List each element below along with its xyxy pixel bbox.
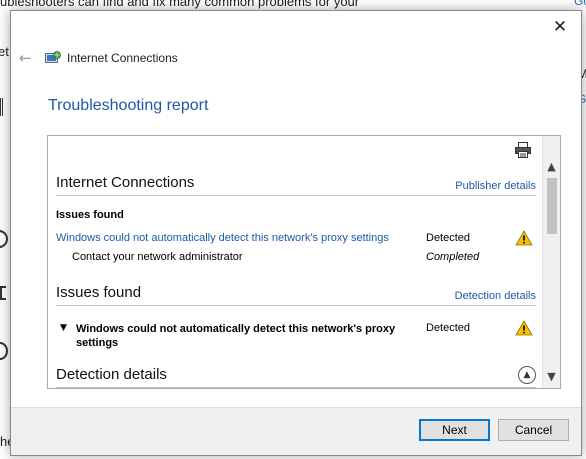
background-grid-icon: [0, 286, 6, 300]
background-go-link: Go: [574, 0, 586, 8]
troubleshooting-report-panel[interactable]: Internet Connections Publisher details I…: [47, 135, 561, 389]
background-wireless-icon: [0, 230, 8, 248]
troubleshooter-dialog: ✕ ← Internet Connections Troubleshooting…: [10, 10, 582, 456]
issue-detail-item[interactable]: ▼ Windows could not automatically detect…: [56, 320, 536, 358]
issue-link[interactable]: Windows could not automatically detect t…: [56, 232, 391, 244]
issue-row: Windows could not automatically detect t…: [56, 230, 536, 248]
section-issues-found: Issues found Detection details: [56, 282, 536, 306]
section-title: Issues found: [56, 284, 142, 301]
dialog-footer: Next Cancel: [11, 407, 581, 455]
action-text: Contact your network administrator: [72, 251, 243, 263]
background-bars-icon: [0, 98, 6, 116]
page-title: Troubleshooting report: [48, 97, 209, 114]
background-circle-icon: [0, 342, 8, 360]
issue-detail-status: Detected: [426, 322, 471, 334]
scrollbar-thumb[interactable]: [547, 178, 557, 234]
issue-detail-text[interactable]: Windows could not automatically detect t…: [76, 322, 396, 350]
printer-icon[interactable]: [514, 142, 532, 158]
scroll-up-icon[interactable]: ▲: [543, 158, 560, 174]
cancel-button[interactable]: Cancel: [498, 419, 569, 441]
warning-icon: [515, 230, 533, 246]
next-button[interactable]: Next: [419, 419, 490, 441]
expand-triangle-icon[interactable]: ▼: [60, 323, 67, 333]
section-title: Detection details: [56, 366, 167, 383]
detection-details-link[interactable]: Detection details: [455, 290, 536, 302]
app-title: Internet Connections: [67, 51, 178, 65]
background-left-text: et: [0, 44, 9, 59]
internet-connections-icon: [45, 51, 61, 65]
publisher-details-link[interactable]: Publisher details: [455, 180, 536, 192]
collapse-chevron-up-icon[interactable]: ▲: [518, 366, 536, 384]
issues-found-label: Issues found: [56, 209, 124, 221]
section-detection-details: Detection details ▲: [56, 364, 536, 388]
warning-icon: [515, 320, 533, 336]
back-arrow-icon[interactable]: ←: [19, 49, 39, 67]
title-bar: ← Internet Connections: [19, 49, 178, 67]
section-title: Internet Connections: [56, 174, 195, 191]
issue-status: Detected: [426, 232, 471, 244]
report-scrollbar[interactable]: ▲ ▼: [542, 136, 560, 388]
background-window-text: ubleshooters can find and fix many commo…: [0, 0, 360, 9]
section-internet-connections: Internet Connections Publisher details: [56, 172, 536, 196]
close-button[interactable]: ✕: [549, 17, 571, 37]
action-row: Contact your network administrator Compl…: [56, 251, 536, 267]
scroll-down-icon[interactable]: ▼: [543, 368, 560, 384]
action-status: Completed: [426, 251, 480, 263]
